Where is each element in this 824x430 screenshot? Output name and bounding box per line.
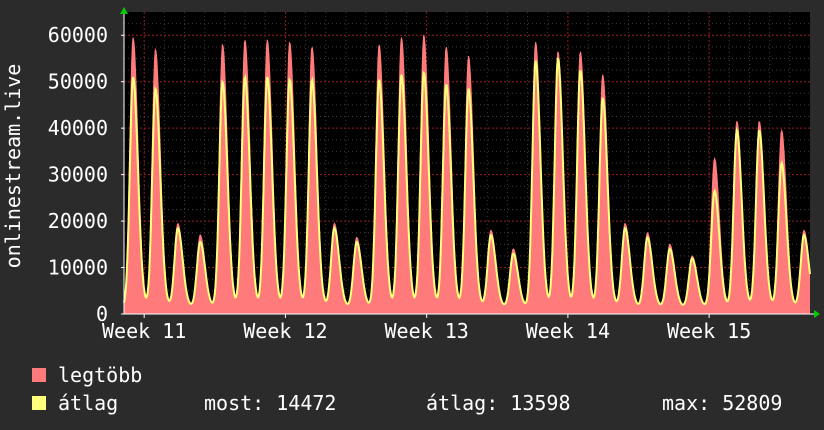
y-tick-label: 50000 [48, 70, 108, 94]
y-tick-label: 30000 [48, 163, 108, 187]
stat-avg: átlag: 13598 [426, 391, 571, 415]
legend-item-max: legtöbb [32, 363, 143, 387]
y-axis-ticks: 0100002000030000400005000060000 [48, 23, 124, 326]
legend-swatch-avg [32, 396, 46, 410]
stat-avg-label: átlag: [426, 391, 499, 415]
legend-swatch-max [32, 368, 46, 382]
y-tick-label: 20000 [48, 209, 108, 233]
x-tick-label: Week 13 [384, 319, 468, 343]
stat-max-value: 52809 [722, 391, 783, 415]
legend-label-max: legtöbb [58, 363, 143, 387]
y-tick-label: 60000 [48, 23, 108, 47]
x-axis-arrow-icon [814, 310, 820, 318]
legend-label-avg: átlag [58, 391, 119, 415]
stat-avg-value: 13598 [510, 391, 571, 415]
x-tick-label: Week 11 [102, 319, 186, 343]
stat-now-label: most: [204, 391, 265, 415]
stat-max-label: max: [662, 391, 711, 415]
y-tick-label: 40000 [48, 116, 108, 140]
y-axis-arrow-icon [120, 7, 128, 14]
x-tick-label: Week 15 [667, 319, 751, 343]
x-tick-label: Week 14 [526, 319, 610, 343]
x-axis-ticks: Week 11 Week 12 Week 13 Week 14 Week 15 [102, 314, 751, 343]
y-axis-label: onlinestream.live [1, 64, 25, 269]
x-tick-label: Week 12 [243, 319, 327, 343]
stat-now-value: 14472 [276, 391, 337, 415]
stat-max: max: 52809 [662, 391, 783, 415]
stat-now: most: 14472 [204, 391, 337, 415]
legend-item-avg: átlag [32, 391, 119, 415]
y-tick-label: 10000 [48, 256, 108, 280]
